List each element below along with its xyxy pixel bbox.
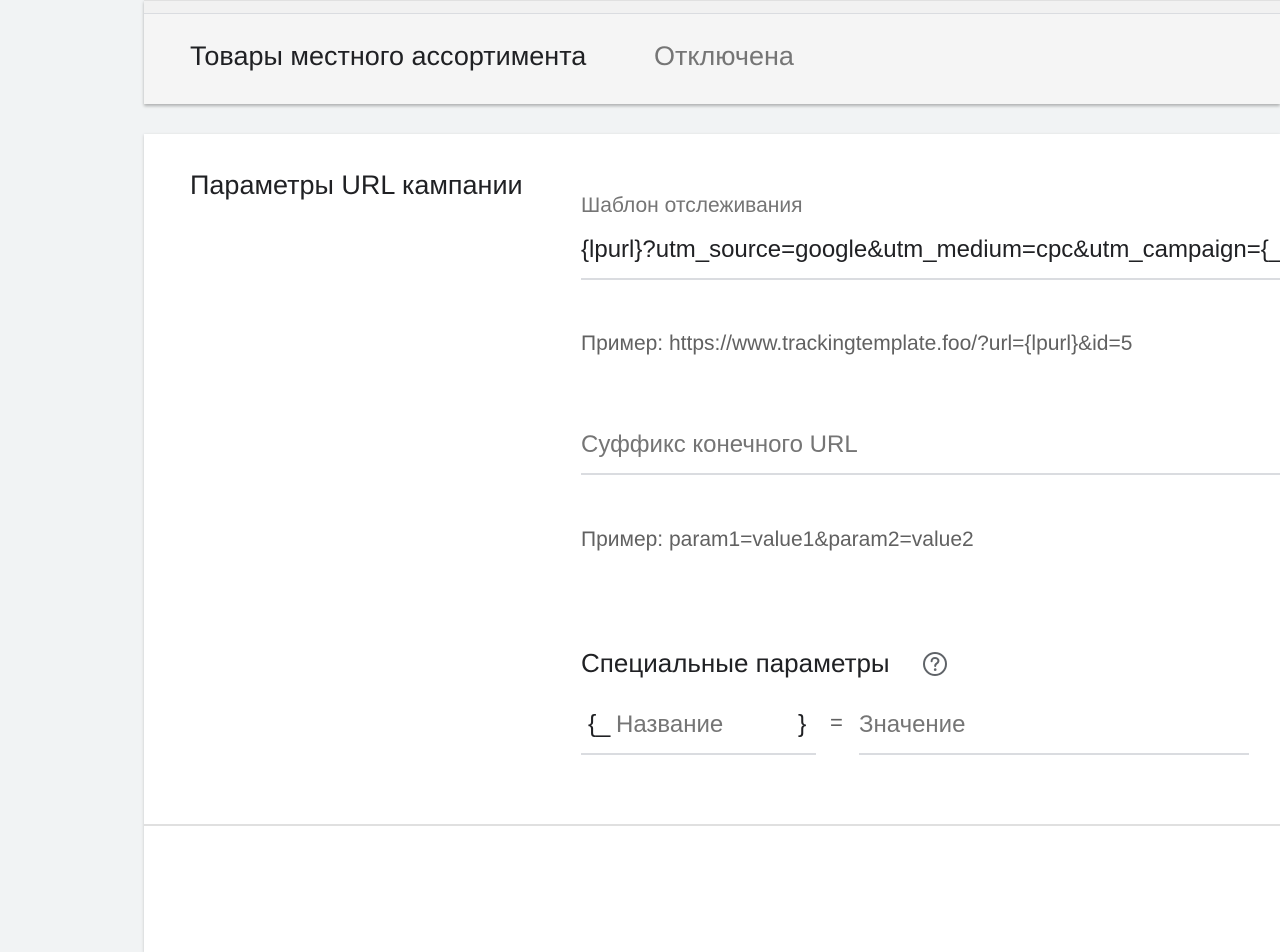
local-inventory-status: Отключена xyxy=(654,41,794,71)
name-brace-close: } xyxy=(798,710,807,738)
tracking-template-hint: Пример: https://www.trackingtemplate.foo… xyxy=(581,332,1133,355)
custom-parameter-value-input[interactable] xyxy=(859,708,1249,742)
final-url-suffix-input[interactable] xyxy=(581,428,1280,462)
section-title: Параметры URL кампании xyxy=(190,170,523,200)
help-circle-icon[interactable] xyxy=(922,651,948,677)
local-inventory-label: Товары местного ассортимента xyxy=(190,41,587,71)
page: Товары местного ассортимента Отключена П… xyxy=(0,0,1280,952)
tracking-template-input[interactable] xyxy=(581,234,1280,266)
final-url-suffix-hint: Пример: param1=value1&param2=value2 xyxy=(581,528,974,551)
tracking-template-underline xyxy=(581,278,1280,280)
custom-parameter-value-underline xyxy=(859,753,1249,755)
local-inventory-row[interactable]: Товары местного ассортимента Отключена xyxy=(144,0,1280,104)
custom-parameter-name-input[interactable] xyxy=(616,708,786,742)
name-brace-open: {_ xyxy=(588,710,611,738)
custom-parameters-title: Специальные параметры xyxy=(581,648,890,678)
previous-row-edge xyxy=(144,1,1280,14)
custom-parameter-name-underline xyxy=(581,753,816,755)
tracking-template-label: Шаблон отслеживания xyxy=(581,194,803,217)
url-options-card: Параметры URL кампании Шаблон отслеживан… xyxy=(144,134,1280,952)
equals-sign: = xyxy=(830,710,843,735)
section-divider xyxy=(144,824,1280,826)
final-url-suffix-underline xyxy=(581,473,1280,475)
